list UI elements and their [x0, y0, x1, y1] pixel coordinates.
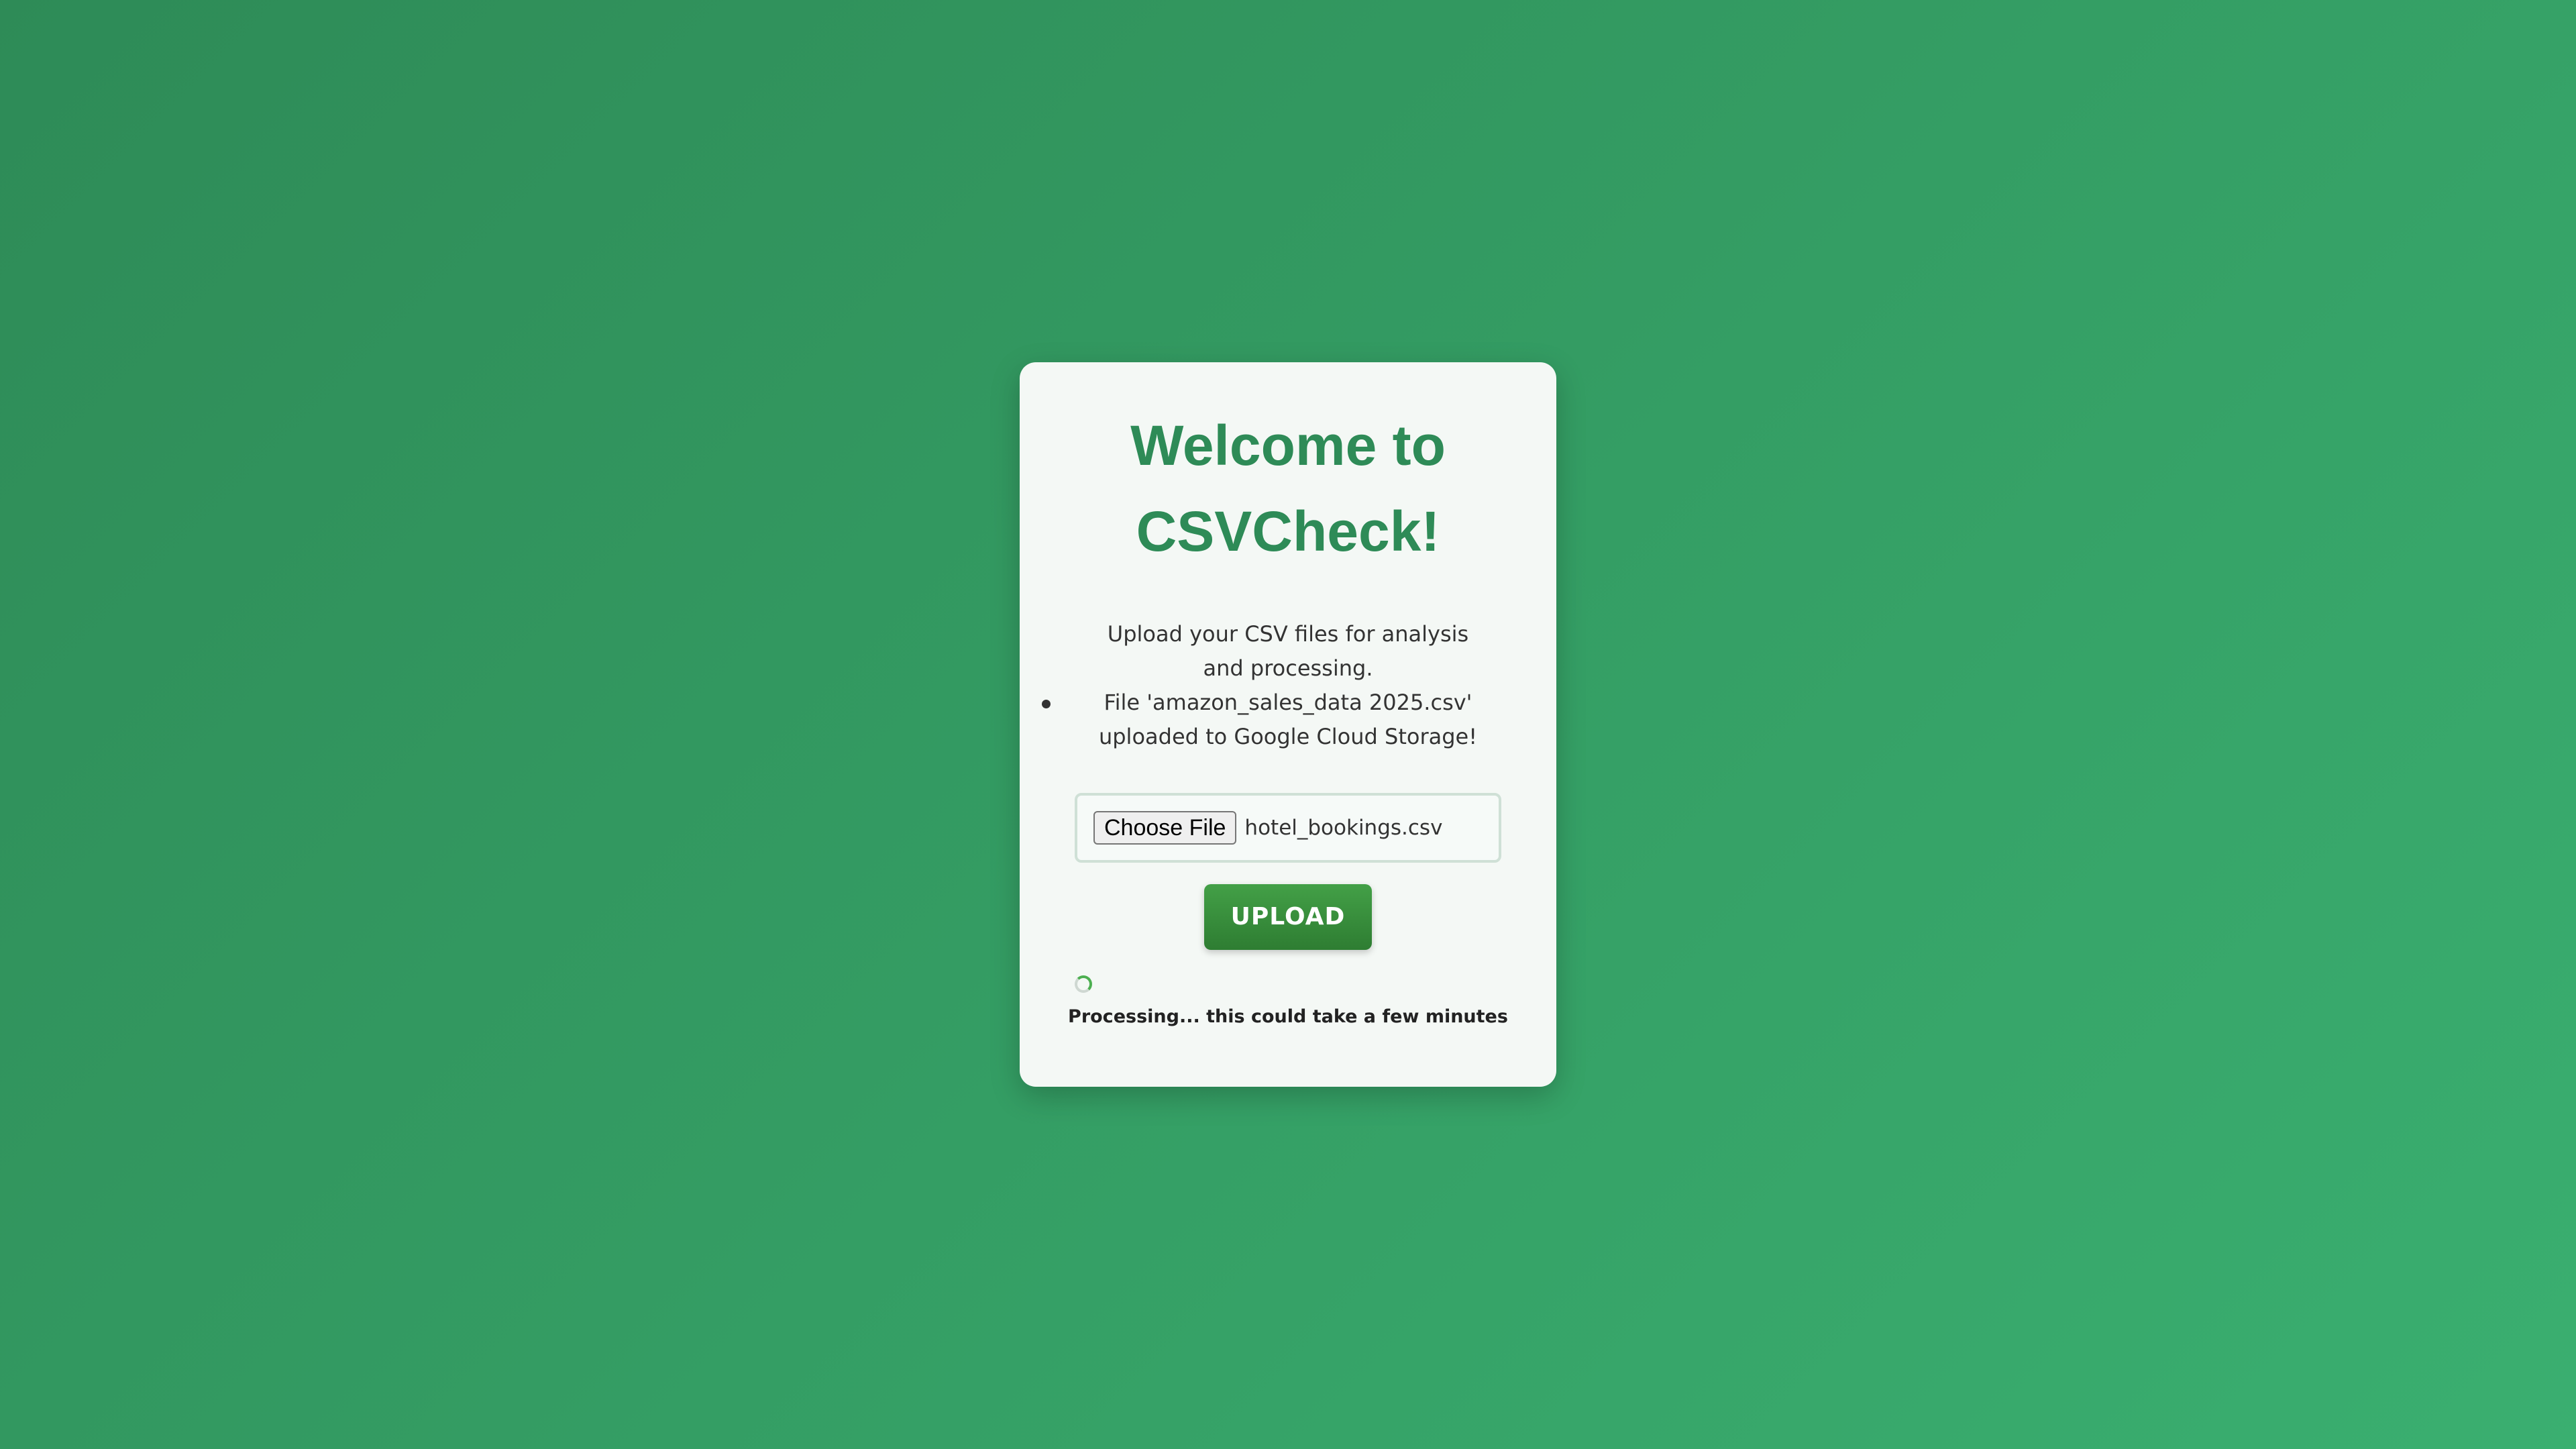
choose-file-button[interactable]: Choose File: [1093, 811, 1237, 845]
flash-messages: File 'amazon_sales_data 2025.csv' upload…: [1020, 686, 1556, 754]
flash-message-text: File 'amazon_sales_data 2025.csv' upload…: [1098, 690, 1478, 749]
upload-button[interactable]: UPLOAD: [1204, 884, 1372, 950]
upload-card: Welcome to CSVCheck! Upload your CSV fil…: [1020, 362, 1556, 1087]
selected-file-name: hotel_bookings.csv: [1244, 816, 1443, 840]
file-input[interactable]: Choose File hotel_bookings.csv: [1075, 793, 1501, 863]
bullet-icon: [1042, 700, 1051, 708]
title-line-1: Welcome to: [1130, 414, 1446, 477]
processing-status: Processing... this could take a few minu…: [1068, 1006, 1508, 1027]
subtitle: Upload your CSV files for analysis and p…: [1107, 621, 1469, 681]
title-line-2: CSVCheck!: [1136, 500, 1440, 563]
loading-spinner-icon: [1075, 975, 1092, 993]
flash-message: File 'amazon_sales_data 2025.csv' upload…: [1042, 686, 1506, 754]
page-title: Welcome to CSVCheck!: [1020, 402, 1556, 574]
